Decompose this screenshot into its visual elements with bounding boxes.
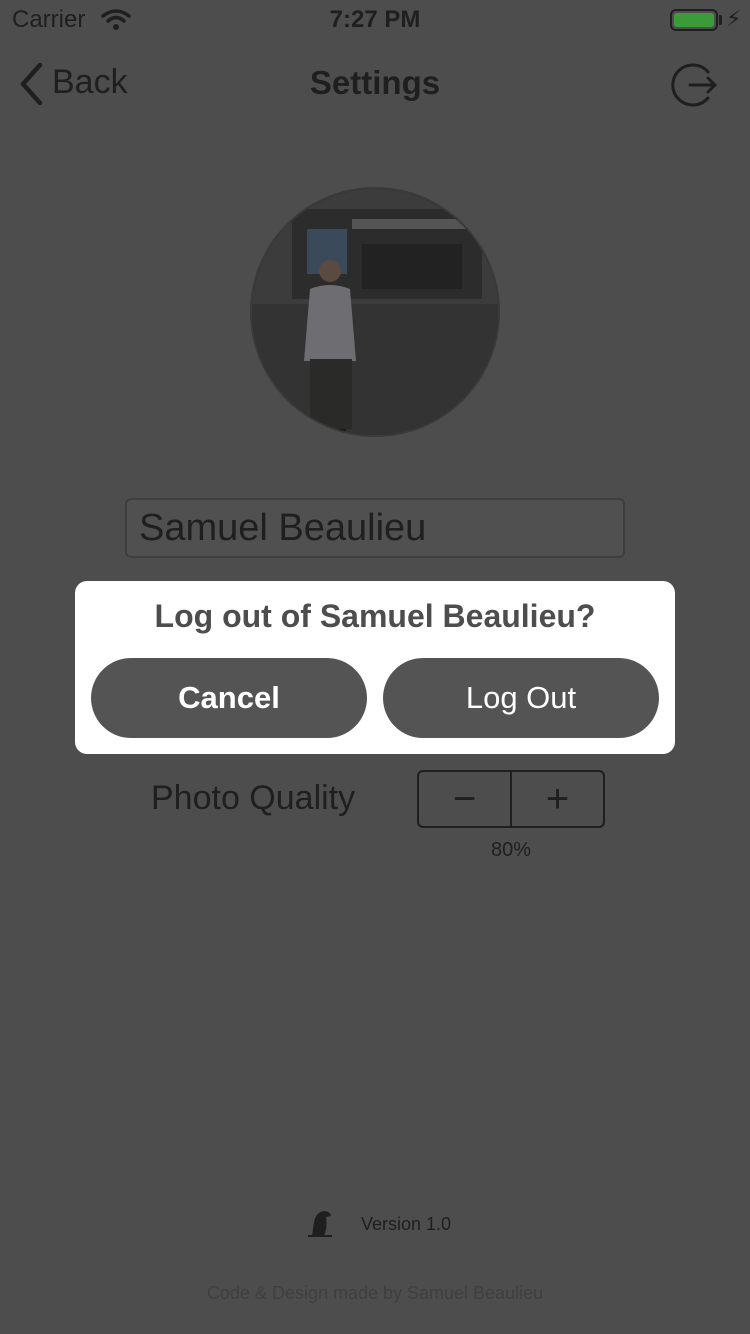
decrement-button[interactable]: −	[419, 772, 510, 826]
cancel-button[interactable]: Cancel	[91, 658, 367, 738]
credits-label: Code & Design made by Samuel Beaulieu	[206, 1283, 544, 1303]
charging-bolt-icon: ⚡	[726, 6, 742, 31]
dialog-title: Log out of Samuel Beaulieu?	[154, 598, 596, 634]
app-logo-icon	[308, 1211, 332, 1237]
increment-button[interactable]: +	[510, 772, 603, 826]
log-out-button[interactable]: Log Out	[383, 658, 659, 738]
photo-quality-value: 80%	[490, 839, 532, 861]
profile-photo-image	[252, 189, 498, 435]
name-input[interactable]	[125, 498, 625, 558]
logout-dialog: Log out of Samuel Beaulieu? Cancel Log O…	[75, 581, 675, 754]
page-title: Settings	[309, 64, 441, 101]
battery-nub	[719, 15, 722, 25]
profile-photo[interactable]	[250, 187, 500, 437]
clock: 7:27 PM	[329, 6, 421, 33]
photo-quality-stepper[interactable]: − +	[417, 770, 605, 828]
version-label: Version 1.0	[361, 1214, 452, 1234]
photo-quality-label: Photo Quality	[151, 779, 356, 817]
battery-icon	[670, 9, 718, 31]
logout-icon[interactable]	[670, 60, 720, 110]
